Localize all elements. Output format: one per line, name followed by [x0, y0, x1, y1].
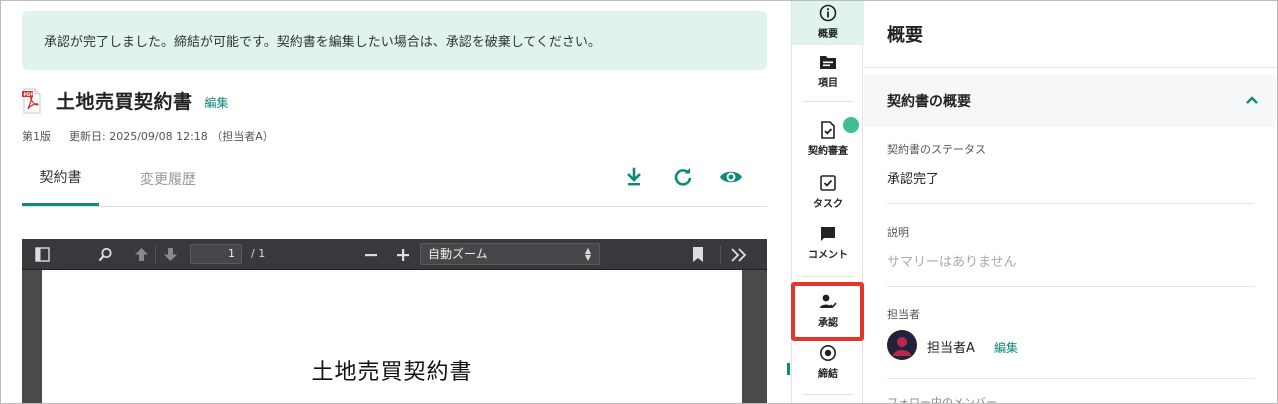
edit-title-link[interactable]: 編集 — [205, 94, 229, 111]
field-divider — [887, 378, 1254, 379]
info-icon — [819, 4, 837, 22]
description-value: サマリーはありません — [887, 255, 1017, 270]
comment-icon — [819, 225, 837, 243]
rail-label-tasks: タスク — [813, 199, 843, 210]
banner-message: 承認が完了しました。締結が可能です。契約書を編集したい場合は、承認を破棄してくだ… — [44, 35, 601, 50]
previous-page-icon[interactable] — [132, 245, 150, 264]
document-check-icon — [819, 121, 837, 139]
rail-item-signing[interactable]: 締結 — [792, 344, 864, 380]
rail-label-comments: コメント — [808, 250, 848, 261]
zoom-out-icon[interactable] — [362, 245, 380, 264]
tab-contract[interactable]: 契約書 — [22, 151, 99, 206]
document-tabs: 契約書 変更履歴 — [22, 151, 767, 207]
panel-title-text: 概要 — [887, 25, 923, 46]
rail-divider — [802, 101, 854, 102]
rail-item-overview[interactable]: 概要 — [792, 1, 864, 45]
assignee-label: 担当者 — [887, 308, 920, 321]
nav-rail: 概要 項目 契約審査 タスク コメント 承認 締結 — [791, 1, 864, 403]
pdf-viewer-toolbar: 1 / 1 自動ズーム ▲ ▼ — [22, 239, 767, 270]
contract-summary-section-header[interactable]: 契約書の概要 — [864, 75, 1277, 127]
zoom-select-value: 自動ズーム — [428, 247, 488, 261]
description-label: 説明 — [887, 226, 909, 239]
overview-panel: 概要 契約書の概要 契約書のステータス 承認完了 説明 サマリーはありません 担… — [864, 1, 1277, 404]
page-number-input[interactable]: 1 — [190, 244, 242, 264]
followers-label: フォロー中のメンバー — [887, 396, 997, 404]
rail-label-signing: 締結 — [818, 369, 838, 380]
rail-divider — [802, 276, 854, 277]
pdf-file-icon: PDF — [22, 88, 42, 114]
section-title: 契約書の概要 — [887, 94, 971, 110]
field-divider — [887, 203, 1254, 204]
field-divider — [887, 286, 1254, 287]
checkbox-icon — [819, 174, 837, 192]
panel-resize-handle[interactable] — [787, 363, 790, 375]
toolbar-divider — [154, 245, 158, 264]
sidebar-toggle-icon[interactable] — [33, 245, 51, 264]
toolbar-divider-right — [719, 245, 723, 264]
rail-divider — [802, 394, 854, 395]
zoom-in-icon[interactable] — [394, 245, 412, 264]
status-value: 承認完了 — [887, 172, 940, 187]
approval-complete-banner: 承認が完了しました。締結が可能です。契約書を編集したい場合は、承認を破棄してくだ… — [22, 11, 767, 70]
document-title: 土地売買契約書 — [56, 91, 193, 113]
select-arrows-icon: ▲ ▼ — [584, 246, 591, 262]
preview-eye-icon[interactable] — [719, 165, 743, 189]
pdf-page-title: 土地売買契約書 — [311, 360, 473, 385]
pdf-page: 土地売買契約書 — [42, 270, 742, 403]
pdf-viewer: 1 / 1 自動ズーム ▲ ▼ 土地売買契約書 — [22, 239, 767, 403]
rail-item-tasks[interactable]: タスク — [792, 174, 864, 210]
updated-label: 更新日: 2025/09/08 12:18 （担当者A） — [69, 130, 274, 143]
download-icon[interactable] — [622, 165, 646, 189]
panel-title: 概要 — [864, 1, 1277, 68]
version-label: 第1版 — [22, 130, 51, 143]
chevron-up-icon[interactable] — [1245, 93, 1259, 111]
find-icon[interactable] — [96, 245, 114, 264]
next-page-icon[interactable] — [161, 245, 179, 264]
rail-label-contract-review: 契約審査 — [808, 146, 848, 157]
app-frame: 承認が完了しました。締結が可能です。契約書を編集したい場合は、承認を破棄してくだ… — [0, 0, 1278, 404]
bookmark-icon[interactable] — [689, 245, 707, 264]
main-content: 承認が完了しました。締結が可能です。契約書を編集したい場合は、承認を破棄してくだ… — [1, 1, 791, 403]
rail-item-fields[interactable]: 項目 — [792, 53, 864, 89]
document-meta: 第1版 更新日: 2025/09/08 12:18 （担当者A） — [22, 128, 274, 144]
status-label: 契約書のステータス — [887, 143, 986, 156]
folder-icon — [819, 53, 837, 71]
more-tools-icon[interactable] — [728, 245, 750, 264]
tab-change-history[interactable]: 変更履歴 — [118, 151, 218, 207]
rail-label-fields: 項目 — [818, 78, 838, 89]
approval-highlight-box — [791, 282, 864, 341]
avatar — [887, 330, 917, 360]
edit-assignee-link[interactable]: 編集 — [994, 339, 1018, 356]
rail-label-overview: 概要 — [818, 29, 838, 40]
zoom-select[interactable]: 自動ズーム ▲ ▼ — [420, 243, 600, 265]
refresh-icon[interactable] — [671, 165, 695, 189]
target-icon — [819, 344, 837, 362]
review-status-dot — [843, 117, 859, 133]
page-total: / 1 — [251, 247, 266, 260]
document-title-row: PDF 土地売買契約書 編集 — [22, 87, 229, 114]
assignee-name: 担当者A — [927, 341, 975, 356]
rail-item-comments[interactable]: コメント — [792, 225, 864, 261]
